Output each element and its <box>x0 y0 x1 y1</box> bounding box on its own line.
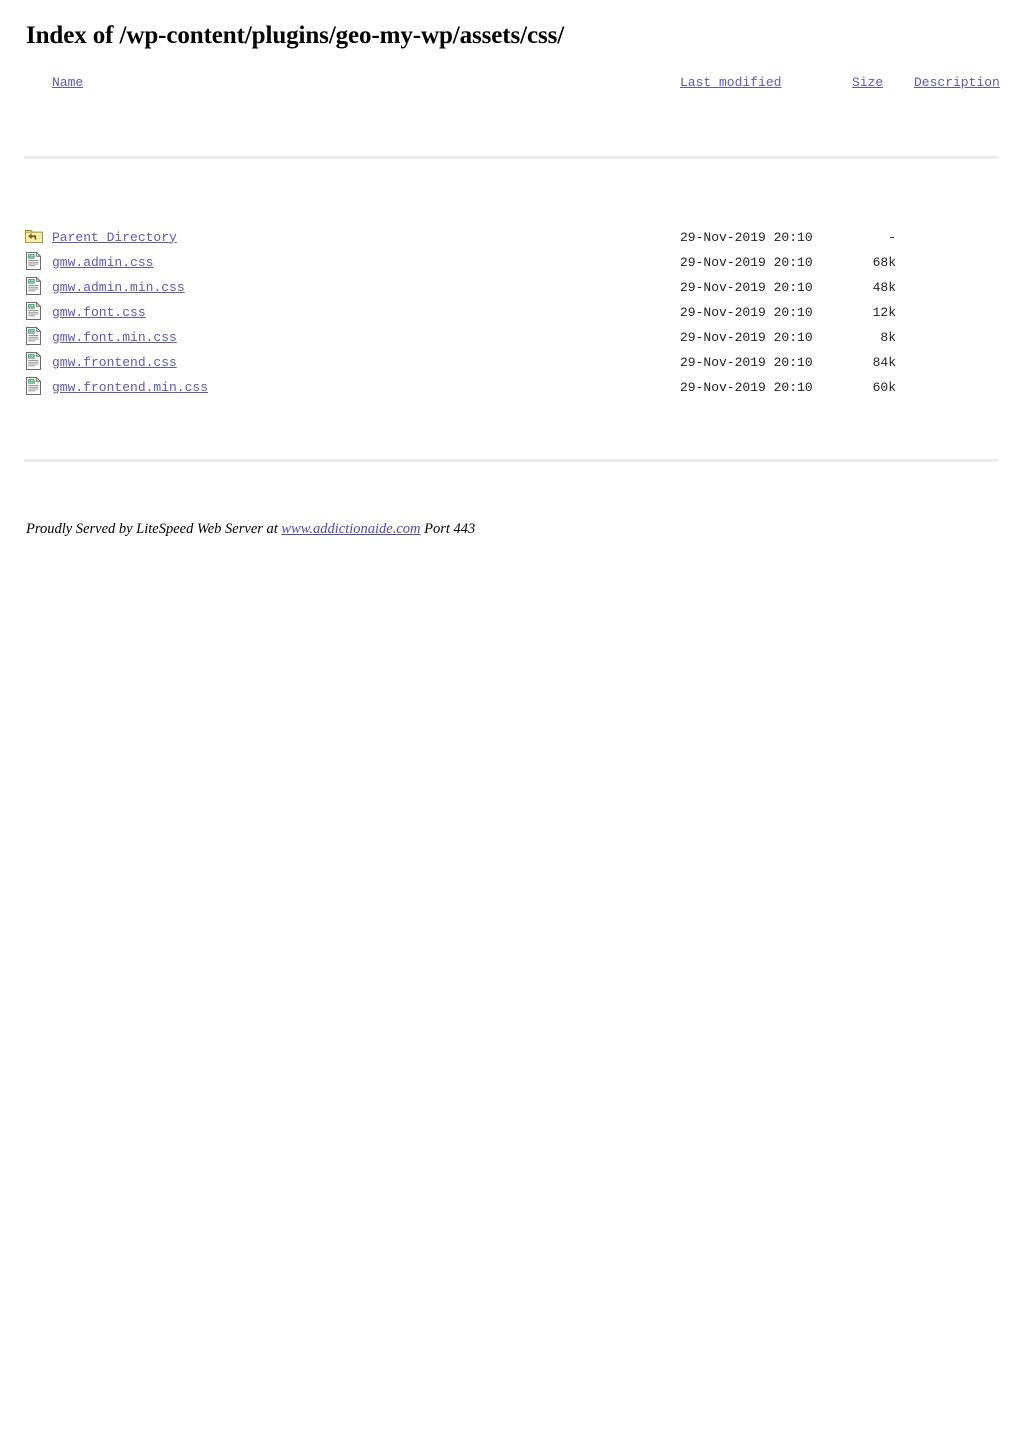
header-divider-row <box>24 97 998 218</box>
row-icon-cell <box>24 375 52 400</box>
table-row[interactable]: gmw.admin.min.css 29-Nov-2019 20:10 48k <box>24 275 998 300</box>
file-link[interactable]: gmw.admin.css <box>52 255 153 270</box>
file-link[interactable]: gmw.frontend.css <box>52 355 177 370</box>
row-size-cell: 48k <box>872 279 896 295</box>
page-title: Index of /wp-content/plugins/geo-my-wp/a… <box>26 22 565 49</box>
file-link[interactable]: Parent Directory <box>52 230 177 245</box>
text-file-icon <box>24 376 44 396</box>
sort-by-description-link[interactable]: Description <box>914 75 1000 90</box>
file-link[interactable]: gmw.font.css <box>52 305 146 320</box>
sort-by-name-link[interactable]: Name <box>52 75 83 90</box>
row-icon-cell <box>24 300 52 325</box>
table-row[interactable]: gmw.frontend.min.css 29-Nov-2019 20:10 60k <box>24 375 998 400</box>
row-last-modified-cell: 29-Nov-2019 20:10 <box>680 354 813 370</box>
row-description-cell <box>914 225 998 250</box>
table-row[interactable]: gmw.frontend.css 29-Nov-2019 20:10 84k <box>24 350 998 375</box>
row-icon-cell <box>24 325 52 350</box>
text-file-icon <box>24 301 44 321</box>
row-name-cell: gmw.admin.min.css <box>52 275 680 300</box>
row-name-cell: gmw.frontend.css <box>52 350 680 375</box>
header-divider-cell <box>24 97 998 218</box>
table-header-row: Name Last modified Size Description <box>24 70 1000 97</box>
header-icon-spacer <box>24 70 52 97</box>
row-size-cell: 60k <box>872 379 896 395</box>
table-row[interactable]: gmw.font.css 29-Nov-2019 20:10 12k <box>24 300 998 325</box>
server-signature: Proudly Served by LiteSpeed Web Server a… <box>0 521 1024 538</box>
directory-index: Name Last modified Size Description Pare… <box>0 70 1024 521</box>
file-link[interactable]: gmw.font.min.css <box>52 330 177 345</box>
row-name-cell: gmw.frontend.min.css <box>52 375 680 400</box>
row-icon-cell <box>24 350 52 375</box>
text-file-icon <box>24 351 44 371</box>
row-last-modified-cell: 29-Nov-2019 20:10 <box>680 229 813 245</box>
row-last-modified-cell: 29-Nov-2019 20:10 <box>680 379 813 395</box>
footer-divider-cell <box>24 400 998 521</box>
row-description-cell <box>914 325 998 350</box>
row-icon-cell <box>24 225 52 250</box>
server-signature-prefix: Proudly Served by LiteSpeed Web Server a… <box>26 520 282 537</box>
row-name-cell: gmw.font.min.css <box>52 325 680 350</box>
sort-by-last-modified-link[interactable]: Last modified <box>680 75 781 90</box>
row-description-cell <box>914 300 998 325</box>
row-description-cell <box>914 350 998 375</box>
row-last-modified-cell: 29-Nov-2019 20:10 <box>680 279 813 295</box>
row-last-modified-cell: 29-Nov-2019 20:10 <box>680 254 813 270</box>
sort-by-size-link[interactable]: Size <box>852 75 883 90</box>
server-host-link[interactable]: www.addictionaide.com <box>281 521 420 537</box>
footer-divider-row <box>24 400 998 521</box>
directory-listing-table: Name Last modified Size Description Pare… <box>24 70 1000 521</box>
row-size-cell: 84k <box>872 354 896 370</box>
text-file-icon <box>24 276 44 296</box>
row-last-modified-cell: 29-Nov-2019 20:10 <box>680 329 813 345</box>
row-last-modified-cell: 29-Nov-2019 20:10 <box>680 304 813 320</box>
row-description-cell <box>914 275 998 300</box>
text-file-icon <box>24 326 44 346</box>
server-signature-suffix: Port 443 <box>420 520 476 537</box>
file-link[interactable]: gmw.admin.min.css <box>52 280 185 295</box>
row-size-cell: 68k <box>872 254 896 270</box>
row-size-cell: 12k <box>872 304 896 320</box>
header-description-cell: Description <box>914 70 1000 97</box>
horizontal-rule-bottom <box>24 458 998 462</box>
row-icon-cell <box>24 250 52 275</box>
directory-rows: Parent Directory 29-Nov-2019 20:10 - gmw.ad… <box>24 218 998 400</box>
horizontal-rule-top <box>24 155 998 159</box>
row-name-cell: gmw.font.css <box>52 300 680 325</box>
row-spacer-cell <box>24 218 998 225</box>
parent-directory-icon <box>24 226 44 246</box>
header-name-cell: Name <box>52 70 680 97</box>
row-spacer <box>24 218 998 225</box>
row-icon-cell <box>24 275 52 300</box>
header-size-cell: Size <box>852 70 914 97</box>
table-row[interactable]: Parent Directory 29-Nov-2019 20:10 - <box>24 225 998 250</box>
table-row[interactable]: gmw.font.min.css 29-Nov-2019 20:10 8k <box>24 325 998 350</box>
row-description-cell <box>914 250 998 275</box>
table-row[interactable]: gmw.admin.css 29-Nov-2019 20:10 68k <box>24 250 998 275</box>
row-name-cell: gmw.admin.css <box>52 250 680 275</box>
row-name-cell: Parent Directory <box>52 225 680 250</box>
file-link[interactable]: gmw.frontend.min.css <box>52 380 208 395</box>
text-file-icon <box>24 251 44 271</box>
row-size-cell: 8k <box>880 329 896 345</box>
header-last-modified-cell: Last modified <box>680 70 852 97</box>
row-size-cell: - <box>888 229 896 245</box>
row-description-cell <box>914 375 998 400</box>
